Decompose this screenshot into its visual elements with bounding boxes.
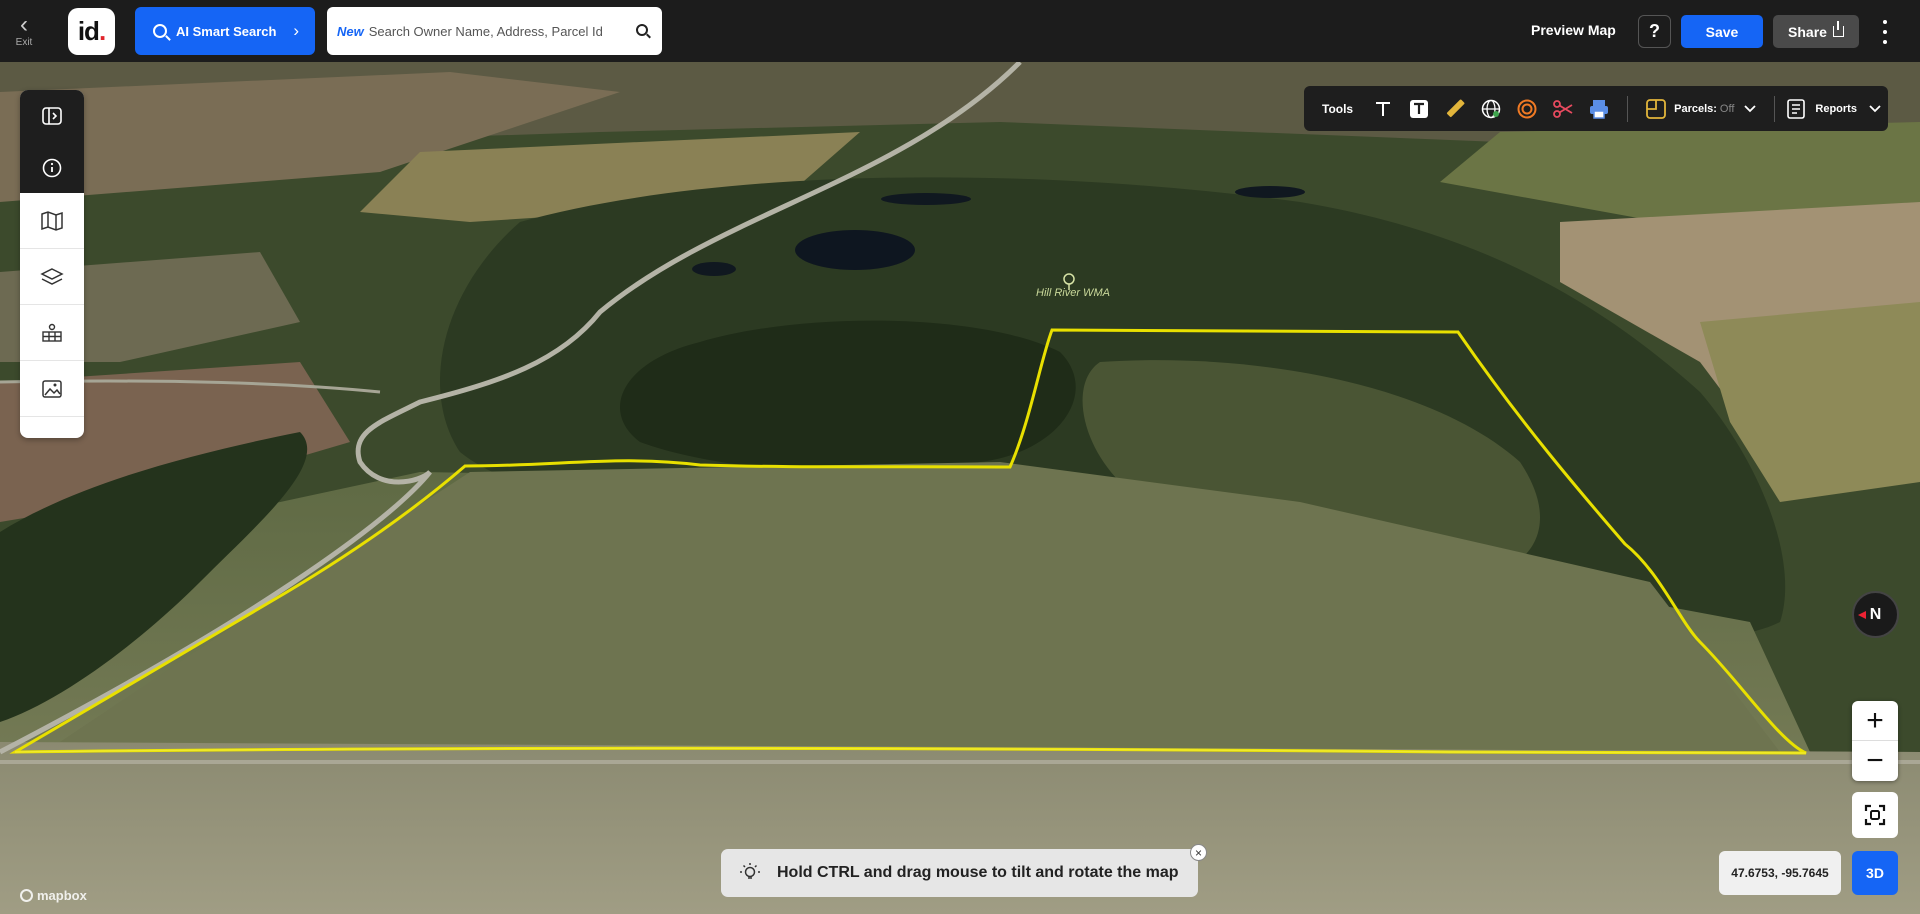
info-icon [42,158,62,177]
exit-button[interactable]: ‹ Exit [0,0,48,62]
chevron-down-icon [1869,104,1881,112]
parcels-icon-button[interactable] [1638,91,1674,127]
satellite-map[interactable] [0,62,1920,914]
tilt-hint-toast: Hold CTRL and drag mouse to tilt and rot… [721,849,1198,897]
new-badge: New [337,23,364,39]
tools-divider [1627,95,1629,122]
preview-map-button[interactable]: Preview Map [1531,22,1616,38]
logo-text: id [77,16,100,46]
share-button[interactable]: Share [1773,15,1859,48]
ai-smart-search-button[interactable]: AI Smart Search › [135,7,315,55]
lake [795,230,915,270]
share-label: Share [1788,23,1827,40]
globe-tool-button[interactable] [1473,91,1509,127]
compass-button[interactable]: N [1852,591,1899,638]
lightbulb-icon [740,863,760,879]
features-button[interactable] [20,305,84,361]
reports-label: Reports [1815,102,1857,115]
basemap-button[interactable] [20,193,84,249]
share-icon [1832,21,1844,37]
report-icon [1787,98,1806,119]
close-hint-icon[interactable]: × [1190,844,1207,861]
left-toolbar [20,90,84,438]
radius-icon [1517,99,1537,118]
parcel-icon [1646,98,1667,119]
chevron-left-icon: ‹ [20,10,28,38]
zoom-out-button[interactable]: − [1852,741,1898,781]
lake [881,193,971,205]
focus-frame-icon [1864,804,1886,826]
left-toolbar-header [20,90,84,193]
org-chart-icon [42,323,62,342]
fit-to-parcel-button[interactable] [1852,792,1898,838]
search-input[interactable] [368,23,619,39]
radius-tool-button[interactable] [1509,91,1545,127]
parcels-dropdown[interactable]: Parcels: Off [1674,101,1758,117]
search-box: New [327,7,662,55]
app-logo[interactable]: id. [68,8,115,55]
coordinates-readout: 47.6753, -95.7645 [1719,851,1841,895]
hint-text: Hold CTRL and drag mouse to tilt and rot… [777,864,1179,881]
parcels-label: Parcels: [1674,102,1717,115]
ruler-icon [1447,99,1465,117]
map-icon [41,210,63,231]
layers-button[interactable] [20,249,84,305]
place-label: Hill River WMA [1036,287,1110,299]
text-tool-button[interactable] [1365,91,1401,127]
exit-label: Exit [15,36,33,48]
chevron-right-icon: › [293,21,299,40]
3d-toggle-button[interactable]: 3D [1852,851,1898,895]
split-tool-button[interactable] [1545,91,1581,127]
globe-icon [1481,99,1501,118]
text-box-tool-button[interactable] [1401,91,1437,127]
scissors-icon [1553,99,1573,118]
ai-search-label: AI Smart Search [176,23,277,39]
search-icon[interactable] [636,24,648,36]
zoom-in-button[interactable]: + [1852,701,1898,741]
map-canvas [0,62,1920,914]
tools-label: Tools [1322,101,1354,116]
help-button[interactable]: ? [1638,15,1671,48]
zoom-controls: + − [1852,701,1898,781]
logo-dot: . [98,16,106,46]
panel-toggle-icon [42,107,62,125]
media-button[interactable] [20,361,84,417]
more-menu-icon[interactable] [1877,17,1893,47]
lake [1235,186,1305,198]
lake [692,262,736,276]
info-button[interactable] [20,142,84,193]
tools-panel: Tools Parcels: Off Reports [1304,86,1888,131]
compass-label: N [1869,605,1882,623]
reports-dropdown[interactable]: Reports [1785,98,1883,120]
text-icon [1376,101,1391,116]
print-tool-button[interactable] [1581,91,1617,127]
search-icon [153,24,167,38]
chevron-down-icon [1744,104,1757,112]
tools-divider [1774,95,1776,122]
collapse-panel-button[interactable] [20,90,84,142]
save-button[interactable]: Save [1681,15,1763,48]
parcels-state: Off [1719,102,1735,115]
top-bar: ‹ Exit id. AI Smart Search › New Preview… [0,0,1920,62]
layers-icon [40,267,64,285]
mapbox-label: mapbox [37,888,87,903]
text-box-icon [1410,99,1429,118]
printer-icon [1590,99,1609,119]
mapbox-attribution[interactable]: mapbox [20,888,87,903]
image-icon [42,379,62,398]
measure-tool-button[interactable] [1437,91,1473,127]
mapbox-logo-icon [20,889,33,902]
